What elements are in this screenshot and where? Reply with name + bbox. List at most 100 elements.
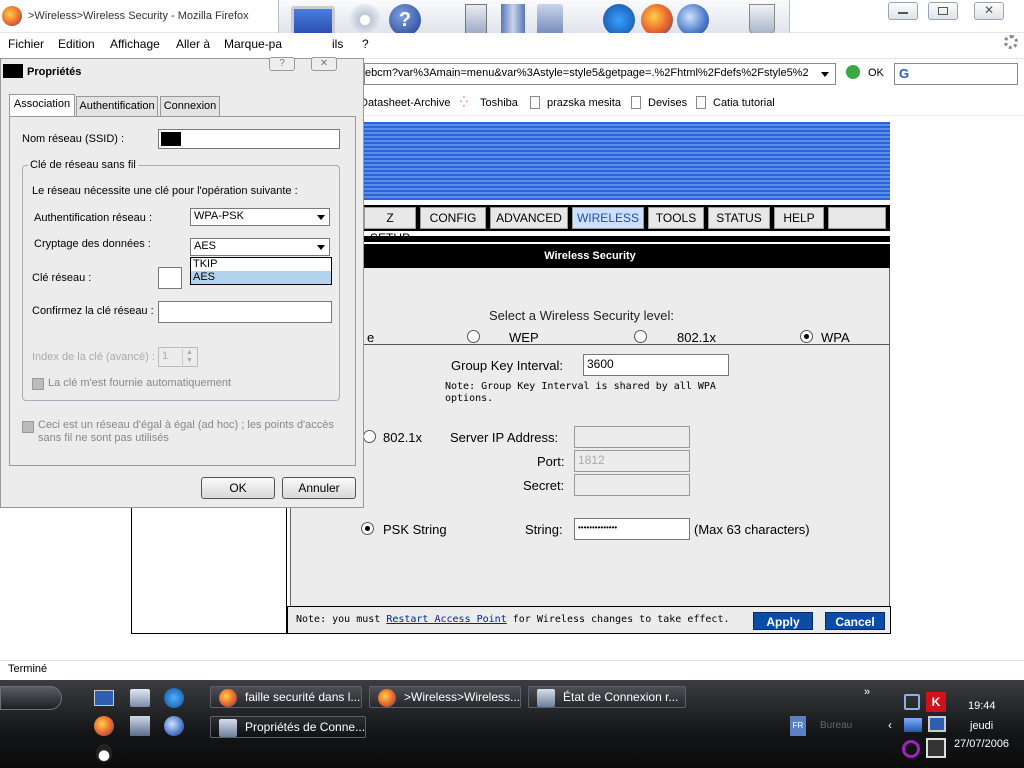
- cancel-button[interactable]: Annuler: [282, 477, 356, 499]
- dialog-close-button[interactable]: ✕: [311, 57, 337, 71]
- media-player-icon[interactable]: [603, 4, 635, 36]
- server-ip-input[interactable]: [574, 426, 690, 448]
- section-title: Wireless Security: [290, 244, 890, 268]
- crypt-option-aes[interactable]: AES: [191, 271, 331, 284]
- wifi-tray-icon[interactable]: [904, 718, 922, 732]
- firefox-dock-icon[interactable]: [641, 4, 673, 36]
- nav-tools[interactable]: TOOLS: [648, 207, 704, 229]
- auth-select[interactable]: WPA-PSK: [190, 208, 330, 226]
- recycle-bin-icon[interactable]: [749, 4, 775, 34]
- language-indicator[interactable]: FR: [790, 716, 806, 736]
- router-cancel-button[interactable]: Cancel: [825, 612, 885, 630]
- menu-go[interactable]: Aller à: [176, 37, 210, 51]
- search-input[interactable]: G: [894, 63, 1018, 85]
- task-firefox-2[interactable]: >Wireless>Wireless...: [369, 686, 521, 708]
- display-tray-icon[interactable]: [926, 738, 946, 758]
- nav-help[interactable]: HELP: [774, 207, 824, 229]
- bookmark-prazska[interactable]: prazska mesita: [547, 97, 621, 109]
- wpa-radio[interactable]: [800, 330, 813, 343]
- go-label[interactable]: OK: [868, 67, 884, 79]
- q-tray-icon[interactable]: [902, 740, 920, 758]
- chevron-down-icon: [317, 215, 325, 220]
- apply-button[interactable]: Apply: [753, 612, 813, 630]
- help-icon[interactable]: ?: [389, 4, 421, 36]
- auto-key-checkbox[interactable]: [32, 378, 44, 390]
- bookmark-catia[interactable]: Catia tutorial: [713, 97, 775, 109]
- router-nav: Z SETUP CONFIG ADVANCED WIRELESS TOOLS S…: [290, 205, 890, 245]
- network-icon[interactable]: [130, 689, 150, 707]
- status-text: Terminé: [8, 663, 48, 675]
- bookmark-devises[interactable]: Devises: [648, 97, 687, 109]
- bookmark-toshiba[interactable]: Toshiba: [480, 97, 518, 109]
- key-index-spinner[interactable]: 1 ▲ ▼: [158, 347, 198, 367]
- psk-string-input[interactable]: ••••••••••••••: [574, 518, 690, 540]
- dialog-titlebar: Propriétés ? ✕: [1, 57, 363, 87]
- group-key-input[interactable]: 3600: [583, 354, 729, 376]
- nav-config[interactable]: CONFIG: [420, 207, 486, 229]
- menu-bookmarks[interactable]: Marque-pa: [224, 37, 282, 51]
- confirm-key-input[interactable]: [158, 301, 332, 323]
- nav-setup[interactable]: Z SETUP: [364, 207, 416, 245]
- task-firefox-1[interactable]: faille securité dans l...: [210, 686, 362, 708]
- task-properties[interactable]: Propriétés de Conne...: [210, 716, 366, 738]
- key-input[interactable]: [158, 267, 182, 289]
- nav-wireless[interactable]: WIRELESS: [572, 207, 644, 229]
- 8021x-level-label: 802.1x: [677, 330, 717, 345]
- go-icon[interactable]: [846, 65, 860, 79]
- window-title: >Wireless>Wireless Security - Mozilla Fi…: [28, 10, 249, 22]
- network-tray-icon[interactable]: [904, 694, 920, 710]
- nav-advanced[interactable]: ADVANCED: [490, 207, 568, 229]
- crypt-option-tkip[interactable]: TKIP: [191, 258, 331, 271]
- kaspersky-icon[interactable]: K: [926, 692, 946, 712]
- dialog-help-button[interactable]: ?: [269, 57, 295, 71]
- desktop-toolbar-label[interactable]: Bureau: [820, 720, 852, 731]
- minimize-button[interactable]: [888, 2, 918, 20]
- ok-button[interactable]: OK: [201, 477, 275, 499]
- expand-tray-icon[interactable]: »: [864, 686, 870, 698]
- secret-input[interactable]: [574, 474, 690, 496]
- adhoc-checkbox[interactable]: [22, 421, 34, 433]
- menu-help[interactable]: ?: [362, 37, 369, 51]
- show-desktop-icon[interactable]: [94, 690, 114, 706]
- url-bar[interactable]: ebcm?var%3Amain=menu&var%3Astyle=style5&…: [364, 63, 836, 85]
- chevron-left-icon[interactable]: ‹: [888, 718, 892, 732]
- start-button[interactable]: [0, 686, 62, 710]
- menu-tools[interactable]: ils: [332, 37, 343, 51]
- network-icon: [219, 719, 237, 737]
- thunderbird-icon[interactable]: [677, 4, 709, 36]
- crypt-select[interactable]: AES: [190, 238, 330, 256]
- psk-radio[interactable]: [361, 522, 374, 535]
- menu-view[interactable]: Affichage: [110, 37, 160, 51]
- tab-authentication[interactable]: Authentification: [76, 96, 158, 116]
- 8021x-level-radio[interactable]: [634, 330, 647, 343]
- wep-radio[interactable]: [467, 330, 480, 343]
- nav-status[interactable]: STATUS: [708, 207, 770, 229]
- folder-icon[interactable]: [537, 4, 563, 36]
- url-dropdown-icon[interactable]: [821, 72, 829, 77]
- books-icon[interactable]: [501, 4, 525, 36]
- cd-icon[interactable]: [349, 4, 381, 36]
- tab-connection[interactable]: Connexion: [160, 96, 220, 116]
- auto-key-label: La clé m'est fournie automatiquement: [48, 377, 232, 389]
- wep-label: WEP: [509, 330, 539, 345]
- monitor-tray-icon[interactable]: [928, 716, 946, 732]
- penguin-icon[interactable]: [96, 744, 112, 762]
- thunderbird-quicklaunch-icon[interactable]: [164, 716, 184, 736]
- ssid-input[interactable]: [158, 129, 340, 149]
- tab-association[interactable]: Association: [9, 94, 75, 117]
- port-input[interactable]: 1812: [574, 450, 690, 472]
- close-button[interactable]: ✕: [974, 2, 1004, 20]
- ssid-redacted: [161, 132, 181, 146]
- router-side-panel: [131, 506, 287, 634]
- 8021x-radio[interactable]: [363, 430, 376, 443]
- restart-link[interactable]: Restart Access Point: [386, 614, 506, 625]
- menu-edit[interactable]: Edition: [58, 37, 95, 51]
- bookmark-datasheet[interactable]: Datasheet-Archive: [360, 97, 451, 109]
- task-connection-status[interactable]: État de Connexion r...: [528, 686, 686, 708]
- maximize-button[interactable]: [928, 2, 958, 20]
- media-quicklaunch-icon[interactable]: [164, 688, 184, 708]
- app-quicklaunch-icon[interactable]: [130, 716, 150, 736]
- firefox-quicklaunch-icon[interactable]: [94, 716, 114, 736]
- menu-file[interactable]: Fichier: [8, 37, 44, 51]
- documents-icon[interactable]: [465, 4, 487, 36]
